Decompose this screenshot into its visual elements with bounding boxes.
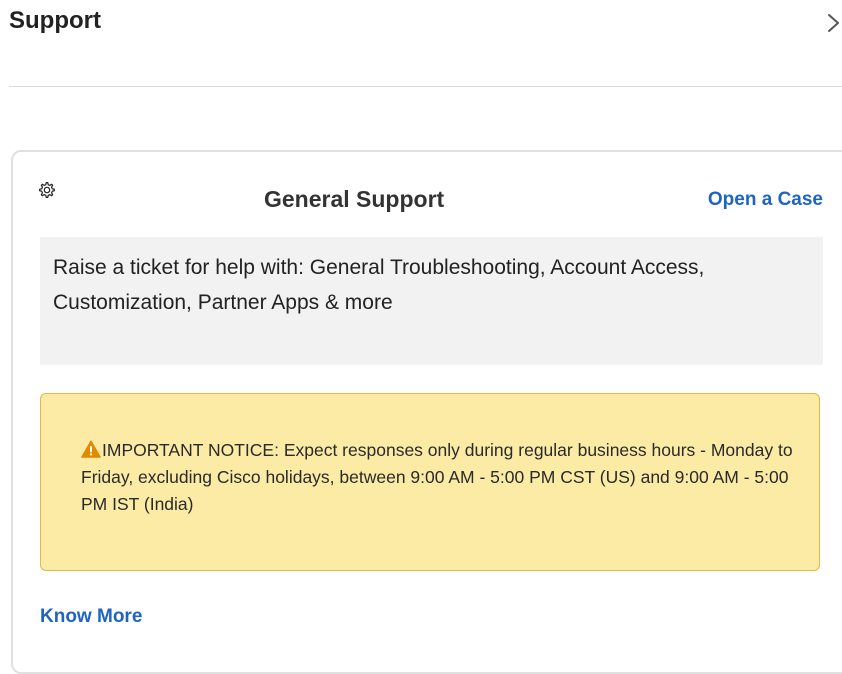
know-more-link[interactable]: Know More [40,604,142,630]
header-divider [9,86,842,87]
open-a-case-link[interactable]: Open a Case [708,187,823,213]
support-header: Support [0,0,842,86]
support-description: Raise a ticket for help with: General Tr… [53,256,705,314]
description-box: Raise a ticket for help with: General Tr… [40,237,823,365]
notice-text: IMPORTANT NOTICE: Expect responses only … [81,440,793,514]
warning-icon [81,439,101,458]
important-notice-box: IMPORTANT NOTICE: Expect responses only … [40,393,820,571]
card-title: General Support [264,186,445,212]
chevron-right-icon[interactable] [825,10,842,36]
gear-icon [38,181,56,199]
page-title: Support [9,7,101,34]
notice-message: IMPORTANT NOTICE: Expect responses only … [81,437,801,518]
